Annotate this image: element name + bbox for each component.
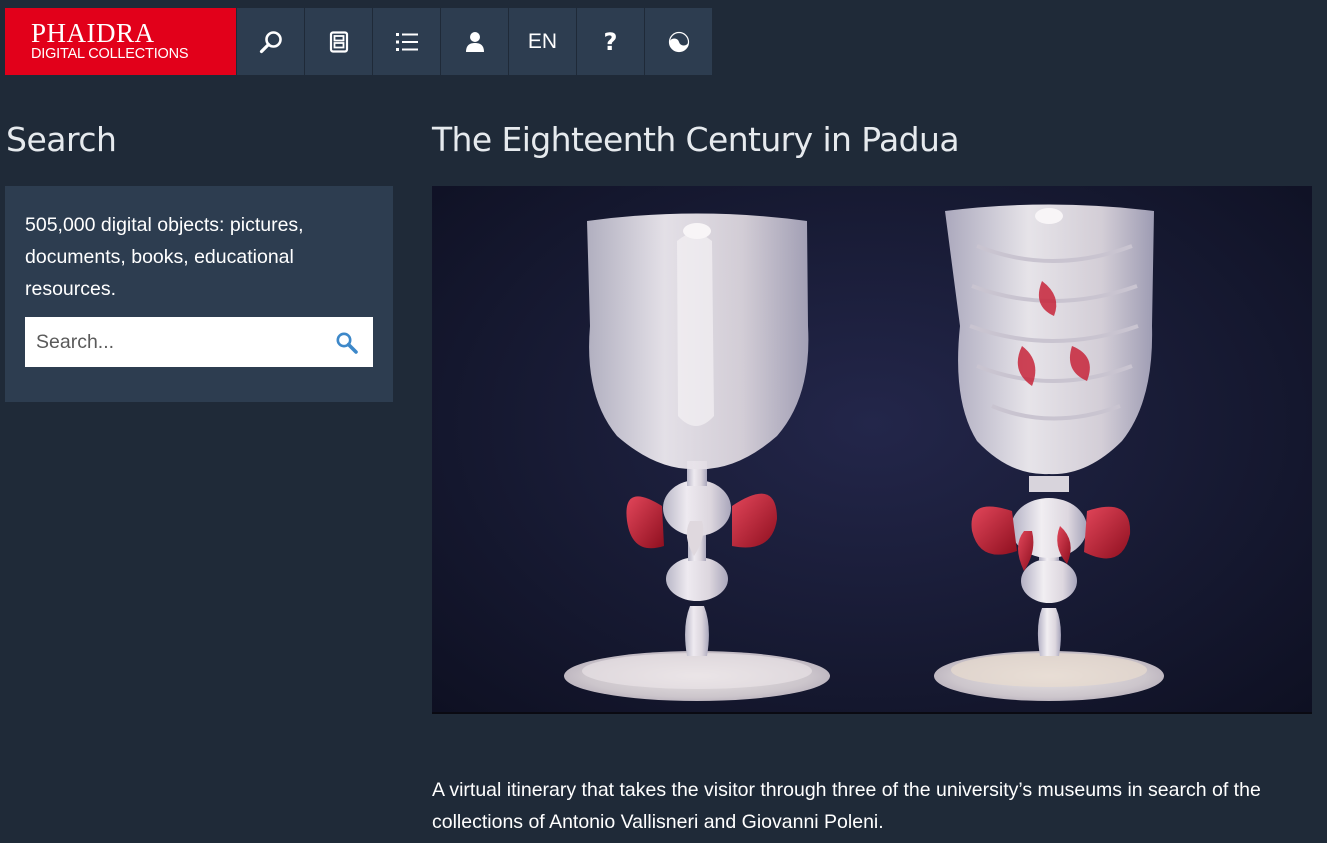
search-description: 505,000 digital objects: pictures, docum… [25,214,304,300]
search-icon [259,30,282,53]
theme-toggle-button[interactable] [645,8,712,75]
help-icon: ? [603,27,618,56]
help-button[interactable]: ? [577,8,644,75]
hero-image[interactable] [432,186,1312,714]
left-goblet [564,213,830,701]
logo-subtitle: DIGITAL COLLECTIONS [31,46,189,62]
archive-icon [329,30,348,53]
phaidra-logo[interactable]: PHAIDRA DIGITAL COLLECTIONS [5,8,236,75]
nav-list-button[interactable] [373,8,440,75]
top-navigation: PHAIDRA DIGITAL COLLECTIONS EN ? [5,8,712,75]
nav-user-button[interactable] [441,8,508,75]
search-panel: 505,000 digital objects: pictures, docum… [5,186,393,402]
language-button[interactable]: EN [509,8,576,75]
nav-archive-button[interactable] [305,8,372,75]
glass-goblets-image [564,204,1164,701]
logo-title: PHAIDRA [31,18,155,48]
page-title: The Eighteenth Century in Padua [432,120,960,159]
search-submit-icon[interactable] [335,331,359,355]
image-border [432,712,1312,714]
search-box [25,317,373,367]
page-description: A virtual itinerary that takes the visit… [432,779,1261,833]
sidebar-title: Search [6,120,117,159]
theme-toggle-icon [668,31,689,52]
nav-search-button[interactable] [237,8,304,75]
right-goblet [934,204,1164,701]
list-icon [395,32,418,51]
user-icon [465,31,484,52]
search-input[interactable] [25,317,326,367]
